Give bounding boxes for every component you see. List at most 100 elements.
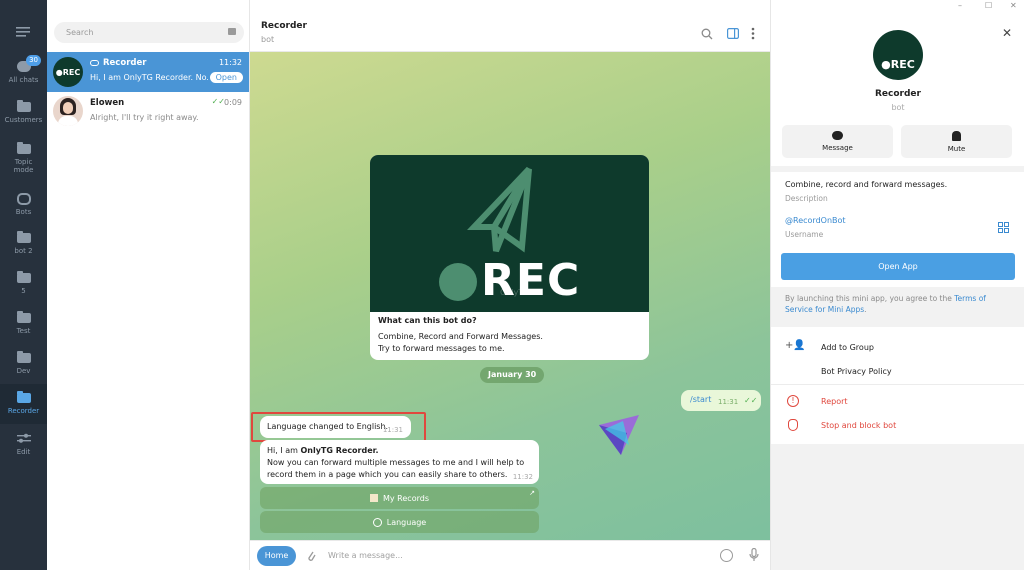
folder-icon bbox=[16, 351, 31, 363]
add-user-icon: +👤 bbox=[785, 340, 806, 351]
divider bbox=[771, 166, 1024, 172]
search-input[interactable]: Search bbox=[54, 22, 244, 43]
chat-title[interactable]: Recorder bbox=[261, 21, 307, 31]
mute-button[interactable]: Mute bbox=[901, 125, 1012, 158]
chat-area: Recorder bot REC OnlyTG What can this bo… bbox=[250, 0, 770, 570]
folder-5[interactable]: 5 bbox=[0, 264, 47, 304]
message-time: 11:32 bbox=[512, 473, 533, 481]
folder-topic-mode[interactable]: Topic mode bbox=[0, 137, 47, 181]
divider bbox=[771, 384, 1024, 385]
profile-avatar: ●REC bbox=[873, 30, 923, 80]
maximize-button[interactable]: ☐ bbox=[985, 1, 992, 10]
chat-preview: Alright, I'll try it right away. bbox=[90, 113, 199, 122]
menu-label: Stop and block bot bbox=[821, 421, 897, 430]
privacy-policy-item[interactable]: Bot Privacy Policy bbox=[771, 362, 1024, 382]
message-text: Now you can forward multiple messages to… bbox=[267, 458, 525, 467]
lock-icon[interactable] bbox=[228, 28, 236, 35]
message-time: 11:31 bbox=[718, 398, 739, 406]
message-input[interactable]: Write a message... bbox=[328, 551, 403, 560]
description-text: Combine, record and forward messages. bbox=[785, 180, 948, 189]
arrow-up-right-icon: ↗ bbox=[529, 489, 535, 497]
home-button[interactable]: Home bbox=[257, 546, 296, 566]
menu-label: Add to Group bbox=[821, 343, 874, 352]
notice-text: . bbox=[864, 305, 867, 314]
date-badge: January 30 bbox=[480, 367, 545, 383]
card-line: Combine, Record and Forward Messages. bbox=[378, 332, 543, 341]
minimize-button[interactable]: – bbox=[958, 1, 962, 10]
logo-text: REC bbox=[481, 255, 581, 306]
profile-name: Recorder bbox=[875, 89, 921, 99]
notice-text: By launching this mini app, you agree to… bbox=[785, 294, 955, 303]
folder-icon bbox=[16, 231, 31, 243]
read-check-icon: ✓✓ bbox=[744, 396, 758, 405]
message-text: Language changed to English. bbox=[267, 422, 389, 431]
qr-code-icon[interactable] bbox=[998, 222, 1009, 236]
folder-icon bbox=[16, 391, 31, 403]
more-options-icon[interactable] bbox=[751, 27, 755, 43]
chat-time: 11:32 bbox=[218, 58, 242, 67]
mini-app-notice: By launching this mini app, you agree to… bbox=[771, 287, 1024, 327]
message-text: record them in a page which you can easi… bbox=[267, 470, 508, 479]
folder-bot-2[interactable]: bot 2 bbox=[0, 224, 47, 264]
incoming-message: Language changed to English. 11:31 bbox=[260, 416, 411, 438]
greet-name: OnlyTG Recorder. bbox=[300, 446, 379, 455]
menu-label: Bot Privacy Policy bbox=[821, 367, 892, 376]
avatar bbox=[53, 96, 83, 126]
chat-header: Recorder bot bbox=[250, 0, 770, 52]
search-icon[interactable] bbox=[701, 28, 713, 43]
incoming-message: Hi, I am OnlyTG Recorder. Now you can fo… bbox=[260, 440, 539, 484]
profile-panel: – ☐ ✕ ✕ ●REC Recorder bot Message Mute C… bbox=[770, 0, 1024, 570]
close-icon[interactable]: ✕ bbox=[1002, 26, 1012, 40]
folder-icon bbox=[16, 142, 31, 154]
bot-intro-card: REC OnlyTG What can this bot do? Combine… bbox=[370, 155, 649, 360]
bot-icon bbox=[16, 192, 31, 205]
report-item[interactable]: ! Report bbox=[771, 392, 1024, 412]
open-app-pill[interactable]: Open bbox=[209, 72, 243, 83]
my-records-button[interactable]: My Records ↗ bbox=[260, 487, 539, 509]
button-label: Open App bbox=[878, 262, 918, 271]
panel-footer bbox=[771, 444, 1024, 570]
folder-rail: All chats 30 Customers Topic mode Bots b… bbox=[0, 0, 47, 570]
message-icon bbox=[832, 131, 843, 140]
window-close-button[interactable]: ✕ bbox=[1010, 1, 1017, 10]
folder-all-chats[interactable]: All chats 30 bbox=[0, 52, 47, 92]
sliders-icon bbox=[16, 433, 31, 445]
avatar: ●REC bbox=[53, 57, 83, 87]
report-icon: ! bbox=[787, 395, 799, 407]
folder-label: Dev bbox=[16, 367, 31, 375]
folder-label: Topic mode bbox=[13, 158, 34, 174]
folder-label: Edit bbox=[16, 447, 31, 456]
sidebar-toggle-icon[interactable] bbox=[727, 28, 740, 42]
message-text[interactable]: /start bbox=[690, 395, 711, 404]
button-label: Mute bbox=[947, 144, 966, 153]
attach-icon[interactable] bbox=[306, 549, 316, 566]
card-line: Try to forward messages to me. bbox=[378, 344, 505, 353]
folder-test[interactable]: Test bbox=[0, 304, 47, 344]
chat-item-elowen[interactable]: Elowen ✓✓ 0:09 Alright, I'll try it righ… bbox=[47, 92, 249, 132]
open-app-button[interactable]: Open App bbox=[781, 253, 1015, 280]
folder-icon bbox=[16, 271, 31, 283]
message-button[interactable]: Message bbox=[782, 125, 893, 158]
description-label: Description bbox=[785, 194, 828, 203]
microphone-icon[interactable] bbox=[749, 547, 759, 566]
username-link[interactable]: @RecordOnBot bbox=[785, 216, 846, 225]
add-to-group-item[interactable]: +👤 Add to Group bbox=[771, 338, 1024, 358]
chat-item-recorder[interactable]: ●REC Recorder 11:32 Hi, I am OnlyTG Reco… bbox=[47, 52, 249, 92]
language-button[interactable]: Language bbox=[260, 511, 539, 533]
folder-edit[interactable]: Edit bbox=[0, 424, 47, 464]
hand-icon bbox=[788, 419, 798, 431]
sticker bbox=[599, 415, 643, 460]
folder-recorder[interactable]: Recorder bbox=[0, 384, 47, 424]
folder-customers[interactable]: Customers bbox=[0, 93, 47, 133]
watermark: OnlyTG bbox=[500, 288, 530, 297]
emoji-icon[interactable] bbox=[720, 549, 733, 562]
bell-icon bbox=[952, 130, 961, 141]
folder-label: Recorder bbox=[7, 407, 40, 415]
profile-type: bot bbox=[891, 103, 905, 112]
folder-dev[interactable]: Dev bbox=[0, 344, 47, 384]
menu-icon[interactable] bbox=[16, 27, 30, 37]
folder-bots[interactable]: Bots bbox=[0, 184, 47, 224]
chat-subtitle: bot bbox=[261, 35, 275, 44]
folder-label: Customers bbox=[4, 116, 43, 124]
block-bot-item[interactable]: Stop and block bot bbox=[771, 416, 1024, 436]
